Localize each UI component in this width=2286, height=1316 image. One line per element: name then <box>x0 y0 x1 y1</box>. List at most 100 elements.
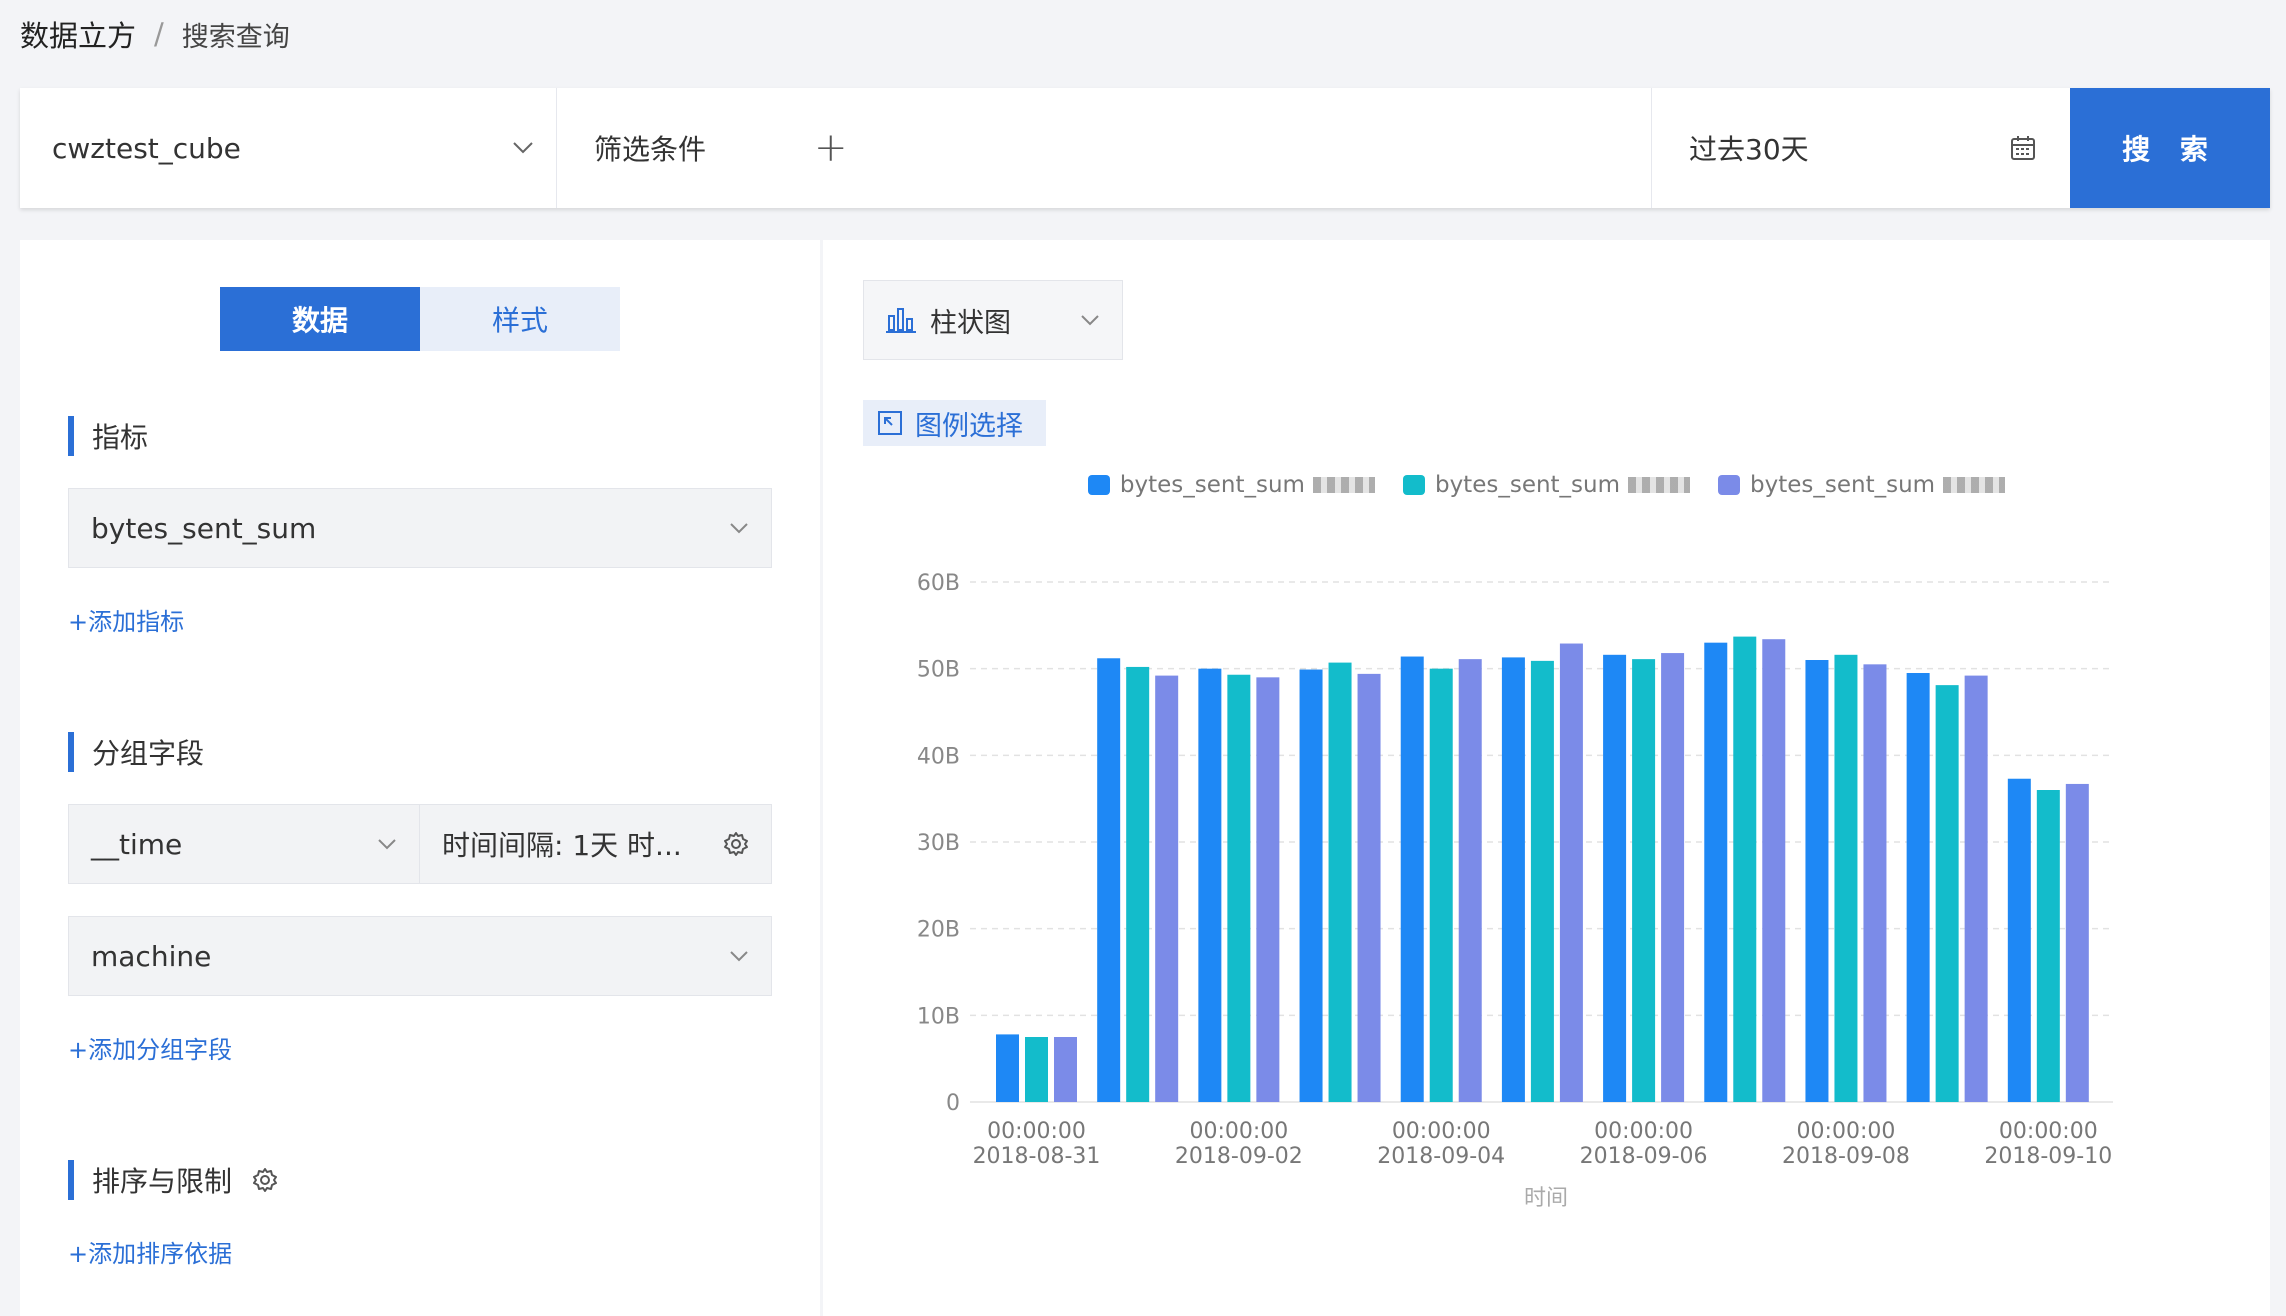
legend-swatch <box>1718 475 1741 495</box>
search-bar: cwztest_cube 筛选条件 + 过去30天 搜 索 <box>20 88 2270 208</box>
bar-chart-icon <box>886 308 916 333</box>
bar <box>1097 658 1121 1102</box>
bar <box>1328 662 1352 1102</box>
bar <box>1906 673 1930 1102</box>
y-tick-label: 40B <box>917 744 960 769</box>
cube-select[interactable]: cwztest_cube <box>20 88 557 208</box>
select-icon <box>878 411 902 435</box>
legend-select-button[interactable]: 图例选择 <box>863 400 1046 446</box>
bar <box>1603 654 1627 1102</box>
bar <box>1227 674 1251 1102</box>
legend-item-series2[interactable]: bytes_sent_sum <box>1402 472 1691 498</box>
gear-icon[interactable] <box>723 831 749 857</box>
redacted-text <box>1628 477 1691 493</box>
legend-swatch <box>1087 475 1110 495</box>
bar <box>1805 660 1829 1102</box>
bar <box>1126 666 1150 1102</box>
bar <box>1632 659 1656 1102</box>
group-section-title: 分组字段 <box>68 732 204 772</box>
chart-panel: 柱状图 图例选择 bytes_sent_sum bytes_sent_sum b… <box>823 240 2270 1316</box>
x-tick-label: 2018-09-08 <box>1782 1144 1910 1169</box>
bar <box>2065 783 2089 1102</box>
legend-label: bytes_sent_sum <box>1750 472 1936 498</box>
chart-type-select[interactable]: 柱状图 <box>863 280 1123 360</box>
bar <box>1155 675 1179 1102</box>
group-field-select[interactable]: machine <box>68 916 772 996</box>
calendar-icon <box>2011 136 2035 160</box>
date-range-picker[interactable]: 过去30天 <box>1652 88 2070 208</box>
gear-icon[interactable] <box>252 1167 278 1193</box>
bar <box>1357 673 1381 1102</box>
tab-style[interactable]: 样式 <box>420 287 620 351</box>
time-interval-setting[interactable]: 时间间隔: 1天 时... <box>420 804 772 884</box>
x-tick-label: 2018-08-31 <box>973 1144 1101 1169</box>
chevron-down-icon <box>513 142 533 154</box>
bar <box>1935 685 1959 1102</box>
bar <box>1661 653 1685 1102</box>
bar <box>2036 790 2060 1102</box>
y-tick-label: 50B <box>917 658 960 683</box>
add-metric-link[interactable]: +添加指标 <box>68 602 184 637</box>
chevron-down-icon <box>378 839 396 850</box>
breadcrumb-root[interactable]: 数据立方 <box>20 13 136 55</box>
redacted-text <box>1312 477 1375 493</box>
bar <box>996 1034 1019 1102</box>
x-tick-label: 2018-09-04 <box>1377 1144 1505 1169</box>
metrics-section-title: 指标 <box>68 416 148 456</box>
tab-data[interactable]: 数据 <box>220 287 420 351</box>
bar <box>1458 659 1482 1102</box>
cube-select-value: cwztest_cube <box>52 131 241 165</box>
chart-legend: bytes_sent_sum bytes_sent_sum bytes_sent… <box>823 472 2270 498</box>
search-button[interactable]: 搜 索 <box>2070 88 2270 208</box>
bar <box>1501 657 1525 1102</box>
redacted-text <box>1943 477 2006 493</box>
x-tick-label: 00:00:00 <box>1392 1119 1491 1144</box>
x-tick-label: 00:00:00 <box>1189 1119 1288 1144</box>
breadcrumb-current: 搜索查询 <box>181 21 290 53</box>
bar <box>1704 642 1728 1102</box>
add-sort-link[interactable]: +添加排序依据 <box>68 1234 232 1269</box>
group-field-value: machine <box>91 939 212 973</box>
y-tick-label: 20B <box>917 918 960 943</box>
add-filter-button[interactable]: + <box>814 125 848 171</box>
x-tick-label: 2018-09-02 <box>1175 1144 1303 1169</box>
bar <box>1299 669 1323 1102</box>
date-range-value: 过去30天 <box>1689 133 1809 166</box>
legend-label: bytes_sent_sum <box>1434 472 1621 498</box>
bar <box>1054 1037 1077 1102</box>
legend-item-series3[interactable]: bytes_sent_sum <box>1718 472 2006 498</box>
time-field-value: __time <box>91 827 183 861</box>
bar <box>1400 656 1424 1102</box>
x-tick-label: 2018-09-10 <box>1984 1144 2112 1169</box>
y-tick-label: 0 <box>946 1091 960 1116</box>
x-tick-label: 00:00:00 <box>1797 1119 1896 1144</box>
x-tick-label: 00:00:00 <box>987 1119 1086 1144</box>
legend-item-series1[interactable]: bytes_sent_sum <box>1087 472 1375 498</box>
y-tick-label: 60B <box>917 571 960 596</box>
bar <box>1733 636 1757 1102</box>
x-tick-label: 00:00:00 <box>1594 1119 1693 1144</box>
bar <box>1559 643 1583 1102</box>
metric-select[interactable]: bytes_sent_sum <box>68 488 772 568</box>
bar <box>1964 675 1988 1102</box>
bar <box>2007 778 2031 1102</box>
chevron-down-icon <box>730 951 748 962</box>
filter-area[interactable]: 筛选条件 + <box>557 88 1652 208</box>
bar <box>1256 677 1280 1102</box>
x-tick-label: 2018-09-06 <box>1580 1144 1708 1169</box>
bar <box>1762 639 1786 1102</box>
x-tick-label: 00:00:00 <box>1999 1119 2098 1144</box>
chart-type-label: 柱状图 <box>930 307 1011 339</box>
bar <box>1530 660 1554 1102</box>
bar <box>1863 664 1887 1102</box>
legend-swatch <box>1402 475 1425 495</box>
sort-section-title: 排序与限制 <box>68 1160 278 1200</box>
y-tick-label: 10B <box>917 1004 960 1029</box>
filter-label: 筛选条件 <box>594 133 707 166</box>
add-group-field-link[interactable]: +添加分组字段 <box>68 1030 232 1065</box>
time-field-select[interactable]: __time <box>68 804 420 884</box>
metric-select-value: bytes_sent_sum <box>91 511 317 545</box>
chevron-down-icon <box>1081 315 1099 326</box>
legend-select-label: 图例选择 <box>915 410 1023 442</box>
breadcrumb: 数据立方 / 搜索查询 <box>20 14 290 54</box>
